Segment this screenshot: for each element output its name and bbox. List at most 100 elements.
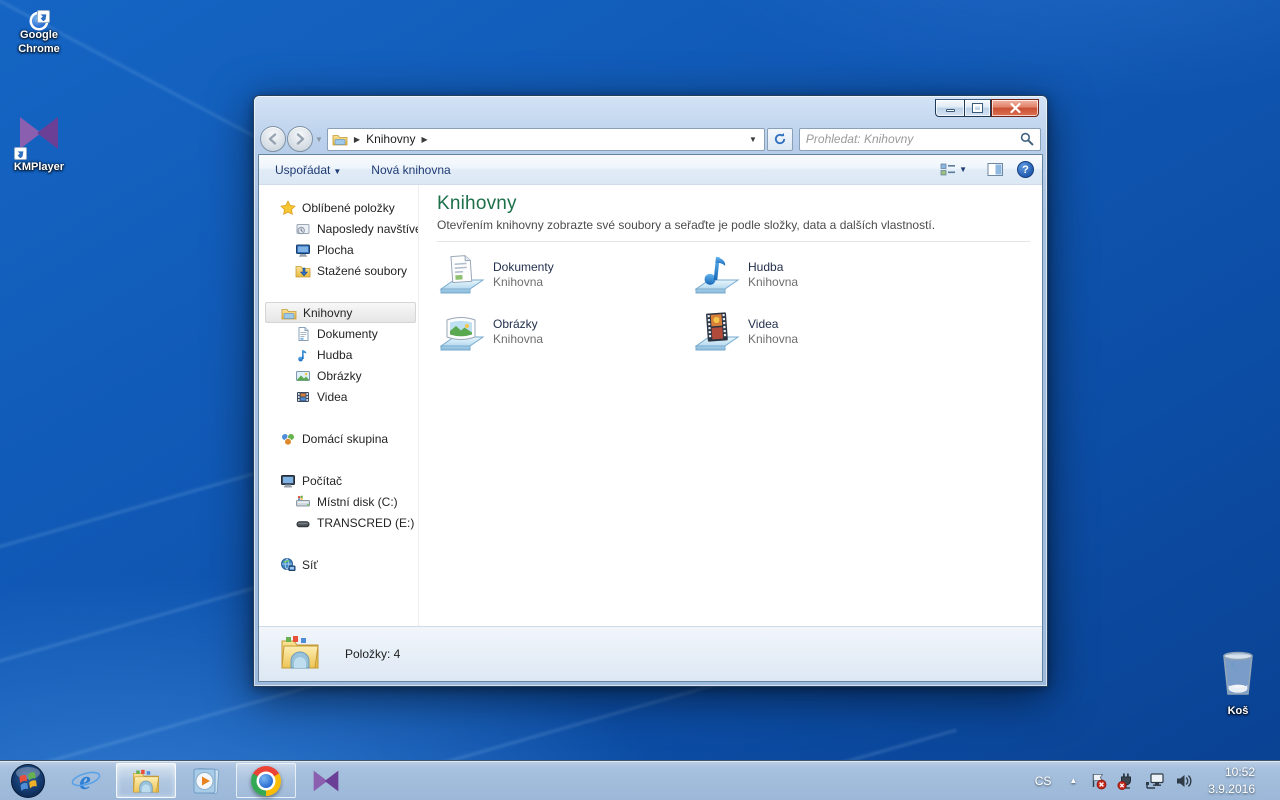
desktop-icon-label: Google Chrome bbox=[18, 29, 60, 55]
library-item-videos[interactable]: Videa Knihovna bbox=[692, 308, 947, 354]
language-indicator[interactable]: CS bbox=[1025, 774, 1062, 788]
network-icon[interactable] bbox=[1140, 772, 1170, 790]
close-button[interactable] bbox=[991, 99, 1039, 117]
organize-button[interactable]: Uspořádat ▼ bbox=[267, 159, 349, 181]
kmplayer-icon bbox=[313, 770, 339, 791]
sidebar-item-label: Dokumenty bbox=[317, 326, 378, 341]
sidebar-item-label: Stažené soubory bbox=[317, 263, 408, 278]
chevron-down-icon: ▼ bbox=[959, 165, 967, 174]
sidebar-item-recent-places[interactable]: Naposledy navštívené bbox=[259, 218, 418, 239]
sidebar-item-homegroup[interactable]: Domácí skupina bbox=[259, 428, 418, 449]
sidebar-item-videos[interactable]: Videa bbox=[259, 386, 418, 407]
windows-start-icon bbox=[11, 763, 45, 798]
computer-icon bbox=[280, 473, 296, 489]
desktop-icon-label: Koš bbox=[1227, 705, 1249, 717]
refresh-button[interactable] bbox=[766, 127, 793, 151]
library-item-type: Knihovna bbox=[748, 332, 799, 346]
sidebar-item-documents[interactable]: Dokumenty bbox=[259, 323, 418, 344]
sidebar-item-label: Síť bbox=[302, 557, 318, 572]
forward-button[interactable] bbox=[287, 126, 313, 152]
sidebar-item-pictures[interactable]: Obrázky bbox=[259, 365, 418, 386]
desktop-icon-kmplayer[interactable]: KMPlayer bbox=[2, 113, 76, 175]
music-library-icon bbox=[692, 251, 742, 297]
navigation-pane: Oblíbené položky Naposledy navštívené Pl… bbox=[259, 185, 419, 626]
maximize-icon bbox=[972, 103, 983, 113]
power-plug-icon[interactable] bbox=[1112, 772, 1140, 790]
forward-arrow-icon bbox=[296, 133, 305, 145]
library-item-type: Knihovna bbox=[748, 275, 799, 289]
sidebar-item-desktop[interactable]: Plocha bbox=[259, 239, 418, 260]
header-divider bbox=[437, 241, 1030, 242]
sidebar-item-computer[interactable]: Počítač bbox=[259, 470, 418, 491]
sidebar-item-label: Hudba bbox=[317, 347, 353, 362]
system-tray: CS ▲ 10:52 3.9.2016 bbox=[1025, 761, 1280, 800]
documents-library-icon bbox=[437, 251, 487, 297]
taskbar-button-windows-media-player[interactable] bbox=[176, 761, 236, 800]
desktop-icon-recycle-bin[interactable]: Koš bbox=[1206, 650, 1270, 717]
library-item-name: Videa bbox=[748, 317, 779, 331]
sidebar-item-favorites[interactable]: Oblíbené položky bbox=[259, 197, 418, 218]
removable-drive-icon bbox=[295, 515, 311, 531]
sidebar-item-label: Místní disk (C:) bbox=[317, 494, 398, 509]
desktop-icon-google-chrome[interactable]: Google Chrome bbox=[2, 8, 76, 57]
start-button[interactable] bbox=[0, 761, 56, 800]
page-subtitle: Otevřením knihovny zobrazte své soubory … bbox=[437, 218, 936, 232]
refresh-icon bbox=[774, 133, 786, 145]
back-button[interactable] bbox=[260, 126, 286, 152]
window-client-area: Uspořádat ▼ Nová knihovna ▼ ? Oblíbené p… bbox=[258, 154, 1043, 682]
search-icon[interactable] bbox=[1020, 132, 1034, 146]
change-view-button[interactable]: ▼ bbox=[935, 159, 972, 180]
sidebar-item-label: Oblíbené položky bbox=[302, 200, 395, 215]
preview-pane-button[interactable] bbox=[982, 159, 1009, 180]
sidebar-item-music[interactable]: Hudba bbox=[259, 344, 418, 365]
sidebar-item-label: Naposledy navštívené bbox=[317, 221, 418, 236]
volume-icon[interactable] bbox=[1170, 772, 1198, 790]
search-placeholder: Prohledat: Knihovny bbox=[805, 132, 914, 146]
library-item-documents[interactable]: Dokumenty Knihovna bbox=[437, 251, 692, 297]
close-icon bbox=[1009, 103, 1021, 113]
taskbar-button-explorer[interactable] bbox=[116, 763, 176, 798]
clock[interactable]: 10:52 3.9.2016 bbox=[1198, 764, 1267, 796]
libraries-large-icon bbox=[279, 632, 321, 677]
address-dropdown-icon[interactable]: ▼ bbox=[749, 135, 757, 144]
svg-text:e: e bbox=[79, 766, 91, 795]
new-library-button[interactable]: Nová knihovna bbox=[363, 159, 458, 181]
recent-pages-dropdown[interactable]: ▼ bbox=[315, 135, 323, 144]
sidebar-item-local-disk-c[interactable]: Místní disk (C:) bbox=[259, 491, 418, 512]
help-icon: ? bbox=[1022, 163, 1029, 176]
shortcut-arrow-icon bbox=[37, 10, 50, 23]
search-input[interactable]: Prohledat: Knihovny bbox=[798, 127, 1041, 151]
taskbar-button-kmplayer[interactable] bbox=[296, 761, 356, 800]
breadcrumb-arrow-icon[interactable]: ▶ bbox=[421, 135, 427, 144]
command-bar: Uspořádat ▼ Nová knihovna ▼ ? bbox=[259, 155, 1042, 185]
sidebar-item-label: Domácí skupina bbox=[302, 431, 389, 446]
sidebar-item-label: Obrázky bbox=[317, 368, 362, 383]
sidebar-item-label: Počítač bbox=[302, 473, 343, 488]
help-button[interactable]: ? bbox=[1017, 161, 1034, 178]
maximize-button[interactable] bbox=[964, 99, 991, 117]
window-titlebar[interactable] bbox=[258, 96, 1043, 124]
sidebar-item-network[interactable]: Síť bbox=[259, 554, 418, 575]
action-center-flag-icon[interactable] bbox=[1085, 772, 1112, 790]
library-item-name: Hudba bbox=[748, 260, 784, 274]
show-hidden-icons-button[interactable]: ▲ bbox=[1061, 776, 1085, 785]
library-item-type: Knihovna bbox=[493, 332, 544, 346]
desktop-icon-label: KMPlayer bbox=[13, 161, 65, 173]
taskbar-button-chrome[interactable] bbox=[236, 763, 296, 798]
address-bar[interactable]: ▶ Knihovny ▶ ▼ bbox=[326, 127, 765, 151]
taskbar-button-internet-explorer[interactable]: e bbox=[56, 761, 116, 800]
desktop-monitor-icon bbox=[295, 242, 311, 258]
network-globe-icon bbox=[280, 557, 296, 573]
library-item-music[interactable]: Hudba Knihovna bbox=[692, 251, 947, 297]
sidebar-item-transcred-e[interactable]: TRANSCRED (E:) bbox=[259, 512, 418, 533]
sidebar-item-label: TRANSCRED (E:) bbox=[317, 515, 415, 530]
minimize-button[interactable] bbox=[935, 99, 964, 117]
chrome-icon bbox=[251, 765, 281, 796]
back-arrow-icon bbox=[268, 133, 277, 145]
sidebar-item-libraries[interactable]: Knihovny bbox=[265, 302, 416, 323]
sidebar-item-label: Plocha bbox=[317, 242, 354, 257]
recent-places-icon bbox=[295, 221, 311, 237]
sidebar-item-downloads[interactable]: Stažené soubory bbox=[259, 260, 418, 281]
breadcrumb-segment[interactable]: Knihovny bbox=[366, 132, 415, 146]
library-item-pictures[interactable]: Obrázky Knihovna bbox=[437, 308, 692, 354]
